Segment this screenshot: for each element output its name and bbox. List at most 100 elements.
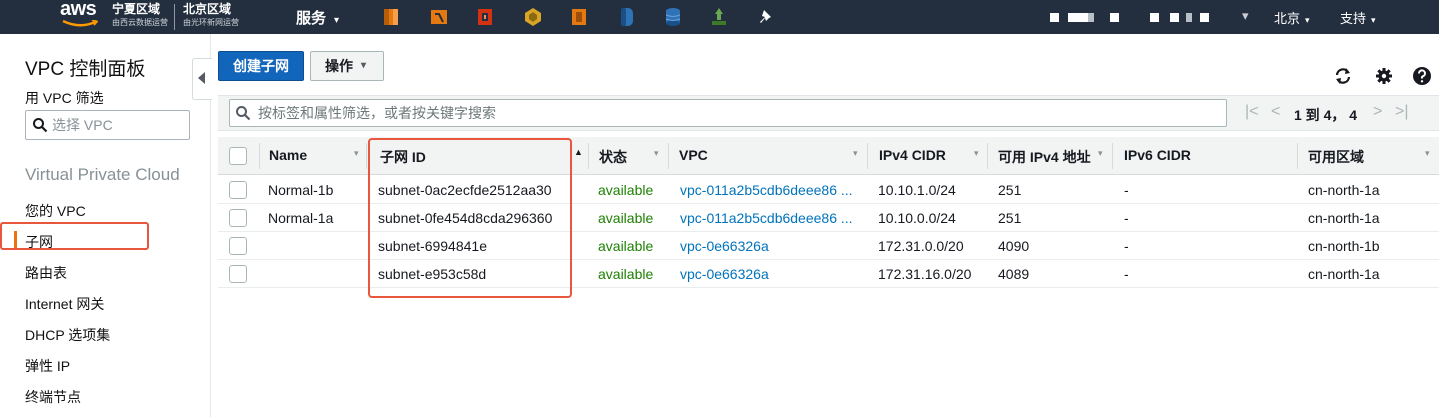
cell-state: available [598,266,654,282]
row-checkbox[interactable] [229,181,247,199]
sidebar: VPC 控制面板 用 VPC 筛选 Virtual Private Cloud … [0,34,212,417]
region-divider [174,4,175,30]
column-header-name[interactable]: Name [269,147,307,163]
dynamodb-icon[interactable] [616,6,638,28]
create-subnet-button[interactable]: 创建子网 [218,51,304,81]
lambda-icon[interactable] [428,6,450,28]
row-checkbox[interactable] [229,209,247,227]
account-redacted-block [1170,13,1179,22]
row-checkbox[interactable] [229,237,247,255]
column-header-state[interactable]: 状态 [599,147,627,167]
cell-ipv4-cidr: 172.31.0.0/20 [878,238,964,254]
rds-icon[interactable] [662,6,684,28]
search-icon [33,118,48,133]
column-header-ipv4-cidr[interactable]: IPv4 CIDR [879,147,946,163]
services-menu-label: 服务 [296,10,327,27]
cell-availability-zone: cn-north-1a [1308,210,1380,226]
ec2-icon[interactable] [380,6,402,28]
table-search-input[interactable] [258,104,1158,122]
sidebar-collapse-button[interactable] [192,58,212,100]
settings-gear-icon[interactable] [1374,66,1394,86]
column-divider [668,143,669,169]
region-menu[interactable]: 北京 ▾ [1274,8,1310,27]
column-divider [1297,143,1298,169]
region-ningxia-title: 宁夏区域 [112,2,161,16]
cell-vpc-link[interactable]: vpc-0e66326a [680,238,769,254]
help-icon[interactable] [1412,66,1432,86]
sort-caret-icon[interactable]: ▾ [853,148,858,159]
account-redacted-block [1088,13,1094,22]
cell-ipv4-cidr: 172.31.16.0/20 [878,266,972,282]
account-redacted-block [1200,13,1209,22]
top-nav-bar: aws 宁夏区域 由西云数据运营 北京区域 由光环新网运营 服务 ▾ ▾ 北京 … [0,0,1439,34]
pagination-status: 1 到 4， 4 [1294,107,1358,123]
aws-logo[interactable]: aws [60,0,102,34]
column-divider [588,143,589,169]
actions-menu-button[interactable]: 操作 ▾ [310,51,384,81]
sidebar-item-your-vpcs[interactable]: 您的 VPC [25,201,86,221]
column-divider [867,143,868,169]
filter-bar: |< < 1 到 4， 4 > >| [218,95,1439,131]
elastic-beanstalk-icon[interactable] [708,6,730,28]
table-search[interactable] [229,99,1227,127]
column-divider [987,143,988,169]
region-ningxia[interactable]: 宁夏区域 由西云数据运营 [112,3,168,29]
cell-ipv6-cidr: - [1124,266,1129,282]
cell-vpc-link[interactable]: vpc-011a2b5cdb6deee86 ... [680,210,853,226]
cell-ipv6-cidr: - [1124,182,1129,198]
cell-name: Normal-1a [268,210,334,226]
region-menu-label: 北京 [1274,11,1301,26]
sidebar-item-internet-gateways[interactable]: Internet 网关 [25,294,104,314]
cell-available-ipv4: 251 [998,210,1022,226]
cell-ipv6-cidr: - [1124,210,1129,226]
vpc-filter-select[interactable] [25,110,190,140]
actions-menu-label: 操作 [325,58,353,74]
sort-caret-icon[interactable]: ▾ [1425,148,1430,159]
account-redacted-block [1186,13,1192,22]
cloudformation-icon[interactable] [474,6,496,28]
sidebar-item-route-tables[interactable]: 路由表 [25,263,67,283]
ecs-icon[interactable] [568,6,590,28]
refresh-icon[interactable] [1333,66,1353,86]
column-header-vpc[interactable]: VPC [679,147,708,163]
account-redacted-block [1110,13,1119,22]
support-menu-label: 支持 [1340,11,1367,26]
pin-icon[interactable] [756,6,778,28]
chevron-down-icon: ▾ [1371,15,1376,25]
sidebar-item-endpoints[interactable]: 终端节点 [25,387,81,407]
column-header-ipv6-cidr[interactable]: IPv6 CIDR [1124,147,1191,163]
sort-caret-icon[interactable]: ▾ [654,148,659,159]
first-page-button[interactable]: |< [1245,103,1259,121]
cell-vpc-link[interactable]: vpc-011a2b5cdb6deee86 ... [680,182,853,198]
aws-smile-icon [62,20,98,27]
vpc-filter-input[interactable] [52,116,182,134]
sidebar-title[interactable]: VPC 控制面板 [25,54,145,81]
sort-caret-icon[interactable]: ▾ [354,148,359,159]
subnet-id-highlight-box [368,138,572,298]
last-page-button[interactable]: >| [1395,103,1409,121]
account-menu[interactable]: ▾ [1242,8,1249,24]
aws-logo-text: aws [60,0,97,20]
next-page-button[interactable]: > [1373,103,1382,121]
cell-availability-zone: cn-north-1b [1308,238,1380,254]
row-checkbox[interactable] [229,265,247,283]
prev-page-button[interactable]: < [1271,103,1280,121]
sidebar-section-vpc: Virtual Private Cloud [25,165,180,184]
sort-caret-icon[interactable]: ▾ [974,148,979,159]
cell-ipv6-cidr: - [1124,238,1129,254]
column-header-availability-zone[interactable]: 可用区域 [1308,147,1364,167]
chevron-down-icon: ▾ [1305,15,1310,25]
cell-vpc-link[interactable]: vpc-0e66326a [680,266,769,282]
vpc-filter-label: 用 VPC 筛选 [25,90,104,106]
column-header-available-ipv4[interactable]: 可用 IPv4 地址 [998,147,1091,167]
region-beijing[interactable]: 北京区域 由光环新网运营 [183,3,239,29]
sort-ascending-icon[interactable]: ▲ [574,147,583,157]
sort-caret-icon[interactable]: ▾ [1098,148,1103,159]
support-menu[interactable]: 支持 ▾ [1340,8,1376,27]
select-all-checkbox[interactable] [229,147,247,165]
sns-icon[interactable] [522,6,544,28]
sidebar-item-elastic-ips[interactable]: 弹性 IP [25,356,70,376]
column-divider [259,143,260,169]
services-menu[interactable]: 服务 ▾ [296,7,339,28]
sidebar-item-dhcp-options[interactable]: DHCP 选项集 [25,325,110,345]
